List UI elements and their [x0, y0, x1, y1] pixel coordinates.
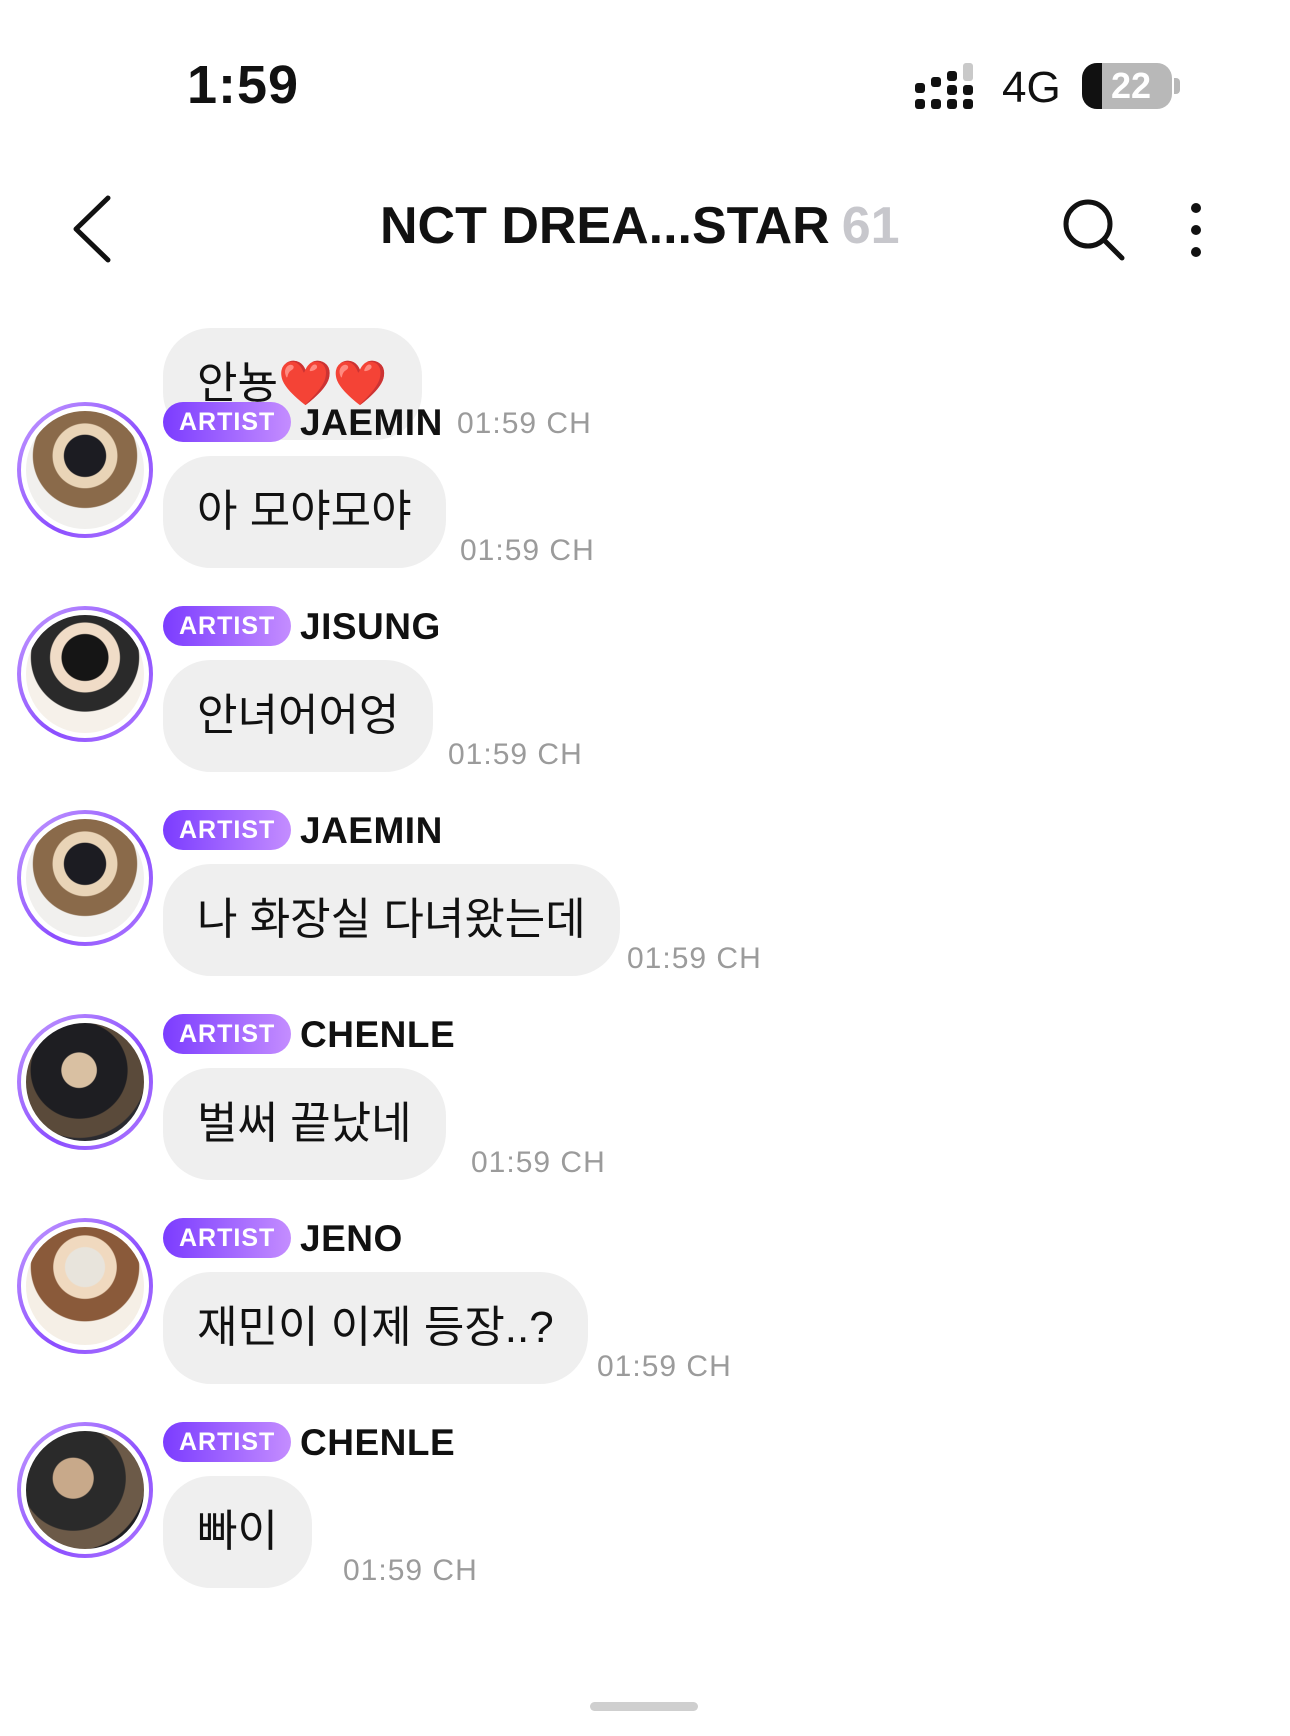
sender-name[interactable]: JENO [300, 1218, 403, 1260]
battery-icon: 22 [1082, 63, 1172, 109]
message-list[interactable]: 안뇽❤️❤️ 01:59 CH ARTIST JAEMIN 아 모야모야 01:… [0, 292, 1290, 1652]
signal-icon [915, 63, 973, 109]
home-indicator[interactable] [590, 1702, 698, 1711]
message-time: 01:59 CH [460, 534, 595, 567]
message-time: 01:59 CH [597, 1350, 732, 1383]
chat-title: NCT DREA...STAR 61 [380, 196, 900, 256]
message-bubble[interactable]: 빠이 [163, 1476, 312, 1588]
message-bubble[interactable]: 안녀어어엉 [163, 660, 434, 772]
artist-badge: ARTIST [163, 810, 292, 850]
avatar[interactable] [17, 606, 153, 742]
artist-badge: ARTIST [163, 1218, 292, 1258]
message-time: 01:59 CH [627, 942, 762, 975]
message-bubble[interactable]: 나 화장실 다녀왔는데 [163, 864, 620, 976]
search-icon[interactable] [1060, 196, 1128, 264]
sender-name[interactable]: JISUNG [300, 606, 441, 648]
message-bubble[interactable]: 아 모야모야 [163, 456, 446, 568]
back-icon[interactable] [64, 192, 120, 266]
sender-name[interactable]: CHENLE [300, 1014, 455, 1056]
battery-cap [1174, 78, 1180, 94]
network-type: 4G [1002, 63, 1061, 112]
avatar[interactable] [17, 1218, 153, 1354]
status-time: 1:59 [187, 55, 300, 115]
message-bubble[interactable]: 재민이 이제 등장..? [163, 1272, 588, 1384]
chat-screen: 1:59 4G 22 NCT DREA...STAR 61 안뇽❤️❤️ 01:… [0, 0, 1290, 1736]
artist-badge: ARTIST [163, 606, 292, 646]
message-bubble[interactable]: 벌써 끝났네 [163, 1068, 446, 1180]
chat-title-text: NCT DREA...STAR [380, 197, 830, 255]
message-time: 01:59 CH [448, 738, 583, 771]
message-time: 01:59 CH [343, 1554, 478, 1587]
artist-badge: ARTIST [163, 1014, 292, 1054]
member-count: 61 [841, 197, 900, 255]
avatar[interactable] [17, 1014, 153, 1150]
avatar[interactable] [17, 402, 153, 538]
battery-level: 22 [1110, 65, 1152, 106]
more-options-icon[interactable] [1176, 200, 1216, 260]
artist-badge: ARTIST [163, 1422, 292, 1462]
sender-name[interactable]: CHENLE [300, 1422, 455, 1464]
avatar[interactable] [17, 810, 153, 946]
artist-badge: ARTIST [163, 402, 292, 442]
sender-name[interactable]: JAEMIN [300, 402, 443, 444]
message-time: 01:59 CH [457, 407, 592, 440]
message-time: 01:59 CH [471, 1146, 606, 1179]
sender-name[interactable]: JAEMIN [300, 810, 443, 852]
avatar[interactable] [17, 1422, 153, 1558]
